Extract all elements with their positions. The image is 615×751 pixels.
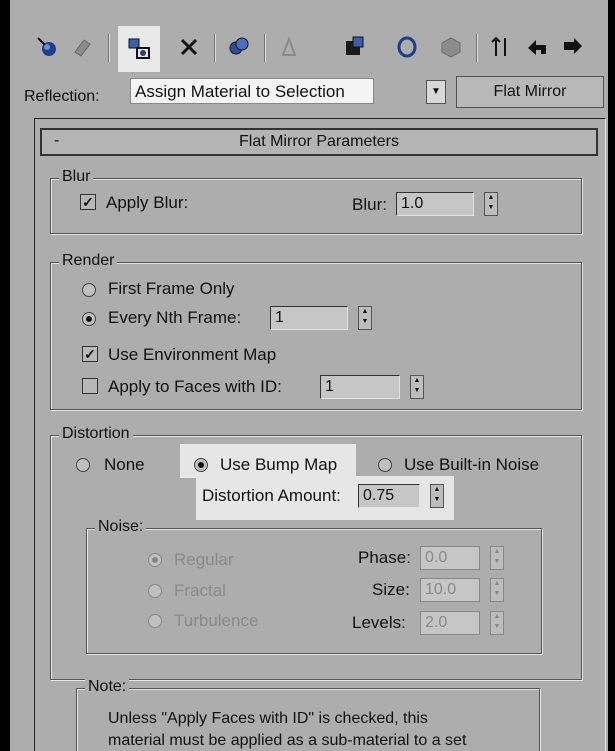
put-to-scene-icon <box>74 39 91 57</box>
reflection-dropdown-arrow[interactable]: ▼ <box>426 80 446 104</box>
flat-mirror-parameters-rollout-header[interactable]: - Flat Mirror Parameters <box>40 128 598 156</box>
apply-to-faces-id-spinner[interactable]: ▲ ▼ <box>410 375 424 399</box>
size-spinner[interactable]: ▲ ▼ <box>490 578 504 602</box>
noise-turbulence-label: Turbulence <box>174 611 259 630</box>
noise-turbulence-radio[interactable] <box>148 614 162 628</box>
levels-field[interactable]: 2.0 <box>420 611 480 635</box>
next-material-button[interactable] <box>558 32 588 62</box>
every-nth-frame-field[interactable]: 1 <box>270 306 348 330</box>
phase-label: Phase: <box>358 548 411 567</box>
noise-fractal-label: Fractal <box>174 581 226 600</box>
put-to-scene-button[interactable] <box>68 32 98 62</box>
get-material-button[interactable] <box>32 32 62 62</box>
blur-value-field[interactable]: 1.0 <box>396 192 474 216</box>
apply-blur-checkbox[interactable]: ✓ <box>80 194 96 210</box>
use-built-in-noise-radio[interactable] <box>378 458 392 472</box>
distortion-none-label: None <box>104 455 145 474</box>
material-id-channel-icon <box>346 36 364 55</box>
use-environment-map-label: Use Environment Map <box>108 345 277 364</box>
noise-regular-label: Regular <box>174 550 234 569</box>
show-end-result-button[interactable] <box>436 32 466 62</box>
go-forward-to-sibling-icon <box>528 40 546 55</box>
material-id-channel-button[interactable] <box>340 32 370 62</box>
toolbar-separator <box>214 34 216 62</box>
go-to-parent-button[interactable] <box>486 32 516 62</box>
apply-to-faces-id-field[interactable]: 1 <box>320 375 400 399</box>
note-text-line-2: material must be applied as a sub-materi… <box>108 732 467 749</box>
reset-map-icon <box>180 38 198 56</box>
size-label: Size: <box>372 580 410 599</box>
phase-field[interactable]: 0.0 <box>420 546 480 570</box>
levels-spinner[interactable]: ▲ ▼ <box>490 611 504 635</box>
material-editor-panel: Reflection: Assign Material to Selection… <box>10 0 608 751</box>
toolbar-separator <box>264 34 266 62</box>
render-group-title: Render <box>59 252 118 270</box>
apply-blur-label: Apply Blur: <box>106 193 189 212</box>
use-built-in-noise-label: Use Built-in Noise <box>404 455 540 474</box>
blur-group-title: Blur <box>59 168 94 186</box>
get-material-icon <box>37 37 56 56</box>
first-frame-only-radio[interactable] <box>82 283 96 297</box>
toolbar-separator <box>108 34 110 62</box>
show-end-result-icon <box>441 37 461 58</box>
distortion-amount-spinner[interactable]: ▲ ▼ <box>430 484 444 508</box>
distortion-amount-label: Distortion Amount: <box>202 486 341 505</box>
put-to-library-button[interactable] <box>274 32 304 62</box>
put-to-library-icon <box>281 36 297 56</box>
flat-mirror-type-button[interactable]: Flat Mirror <box>456 76 604 108</box>
first-frame-only-label: First Frame Only <box>108 279 235 298</box>
use-bump-map-label: Use Bump Map <box>220 455 338 474</box>
noise-regular-radio[interactable] <box>148 553 162 567</box>
apply-to-faces-checkbox[interactable] <box>82 378 98 394</box>
reflection-label: Reflection: <box>24 88 100 105</box>
reset-map-button[interactable] <box>174 32 204 62</box>
show-map-in-viewport-icon <box>397 36 417 58</box>
assign-material-to-selection-icon <box>128 38 150 59</box>
rollout-title: Flat Mirror Parameters <box>238 133 400 150</box>
every-nth-frame-label: Every Nth Frame: <box>108 308 242 327</box>
make-unique-button[interactable] <box>224 32 254 62</box>
distortion-none-radio[interactable] <box>76 458 90 472</box>
note-text-line-1: Unless "Apply Faces with ID" is checked,… <box>108 710 428 727</box>
noise-fractal-radio[interactable] <box>148 584 162 598</box>
apply-to-faces-label: Apply to Faces with ID: <box>108 377 282 396</box>
material-editor-toolbar <box>10 20 608 72</box>
go-forward-to-sibling-button[interactable] <box>522 32 552 62</box>
distortion-group-title: Distortion <box>59 425 133 443</box>
make-unique-icon <box>229 37 249 55</box>
use-environment-map-checkbox[interactable]: ✓ <box>82 346 98 362</box>
size-field[interactable]: 10.0 <box>420 578 480 602</box>
tooltip: Assign Material to Selection <box>130 78 374 104</box>
blur-spinner[interactable]: ▲ ▼ <box>484 192 498 216</box>
note-group-title: Note: <box>85 678 130 696</box>
assign-material-button[interactable] <box>118 26 160 72</box>
levels-label: Levels: <box>352 613 406 632</box>
every-nth-frame-radio[interactable] <box>82 312 96 326</box>
noise-group-title: Noise: <box>95 518 147 536</box>
blur-label: Blur: <box>352 195 387 214</box>
use-bump-map-radio[interactable] <box>194 458 208 472</box>
next-material-icon <box>564 38 582 54</box>
phase-spinner[interactable]: ▲ ▼ <box>490 546 504 570</box>
distortion-amount-field[interactable]: 0.75 <box>358 484 420 508</box>
go-to-parent-icon <box>491 36 506 56</box>
show-map-in-viewport-button[interactable] <box>392 32 422 62</box>
every-nth-frame-spinner[interactable]: ▲ ▼ <box>358 306 372 330</box>
toolbar-separator <box>476 34 478 62</box>
